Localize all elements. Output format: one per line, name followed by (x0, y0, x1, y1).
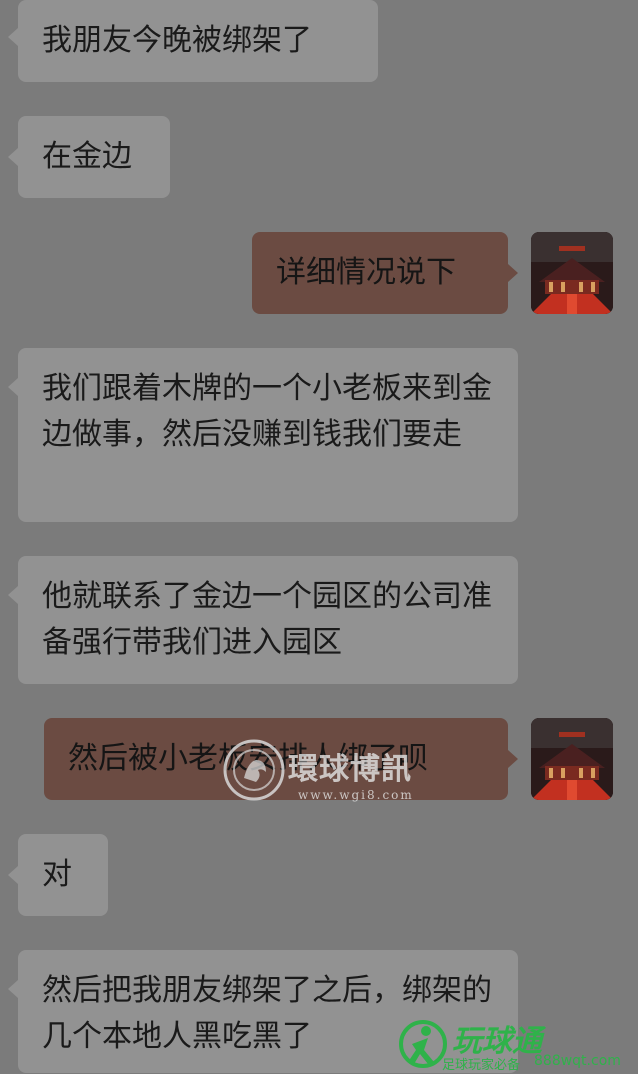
bubble-tail (508, 750, 518, 768)
message-row-incoming: 对 (0, 834, 638, 916)
bubble-tail (8, 586, 18, 604)
lion-seal-icon (222, 738, 286, 806)
bubble-tail (8, 378, 18, 396)
watermark-title: 環球博訊 (288, 752, 412, 787)
bubble-tail (8, 148, 18, 166)
bubble-tail (8, 28, 18, 46)
bubble-tail (8, 866, 18, 884)
palace-avatar-icon[interactable] (531, 718, 613, 800)
message-bubble-incoming[interactable]: 在金边 (18, 116, 170, 198)
watermark-url: 888wqt.com (534, 1053, 621, 1069)
football-player-icon (398, 1018, 448, 1074)
corner-watermark: 玩球通 足球玩家必备 888wqt.com (398, 1014, 634, 1074)
message-row-incoming: 在金边 (0, 116, 638, 198)
message-row-incoming: 他就联系了金边一个园区的公司准备强行带我们进入园区 (0, 556, 638, 684)
palace-avatar-icon[interactable] (531, 232, 613, 314)
message-row-incoming: 我朋友今晚被绑架了 (0, 0, 638, 82)
message-bubble-incoming[interactable]: 对 (18, 834, 108, 916)
message-row-incoming: 我们跟着木牌的一个小老板来到金边做事，然后没赚到钱我们要走 (0, 348, 638, 522)
chat-message-list[interactable]: 我朋友今晚被绑架了 在金边 详细情况说下 我们跟着木牌的一个小老板来到金边做事，… (0, 0, 638, 1073)
watermark-url: www.wgi8.com (298, 788, 414, 802)
center-watermark: 環球博訊 www.wgi8.com (222, 738, 422, 806)
bubble-tail (508, 264, 518, 282)
message-bubble-incoming[interactable]: 我朋友今晚被绑架了 (18, 0, 378, 82)
message-bubble-incoming[interactable]: 我们跟着木牌的一个小老板来到金边做事，然后没赚到钱我们要走 (18, 348, 518, 522)
watermark-subtitle: 足球玩家必备 (442, 1058, 521, 1073)
message-bubble-outgoing[interactable]: 详细情况说下 (252, 232, 508, 314)
message-bubble-incoming[interactable]: 他就联系了金边一个园区的公司准备强行带我们进入园区 (18, 556, 518, 684)
bubble-tail (8, 980, 18, 998)
message-row-outgoing: 详细情况说下 (0, 232, 638, 316)
